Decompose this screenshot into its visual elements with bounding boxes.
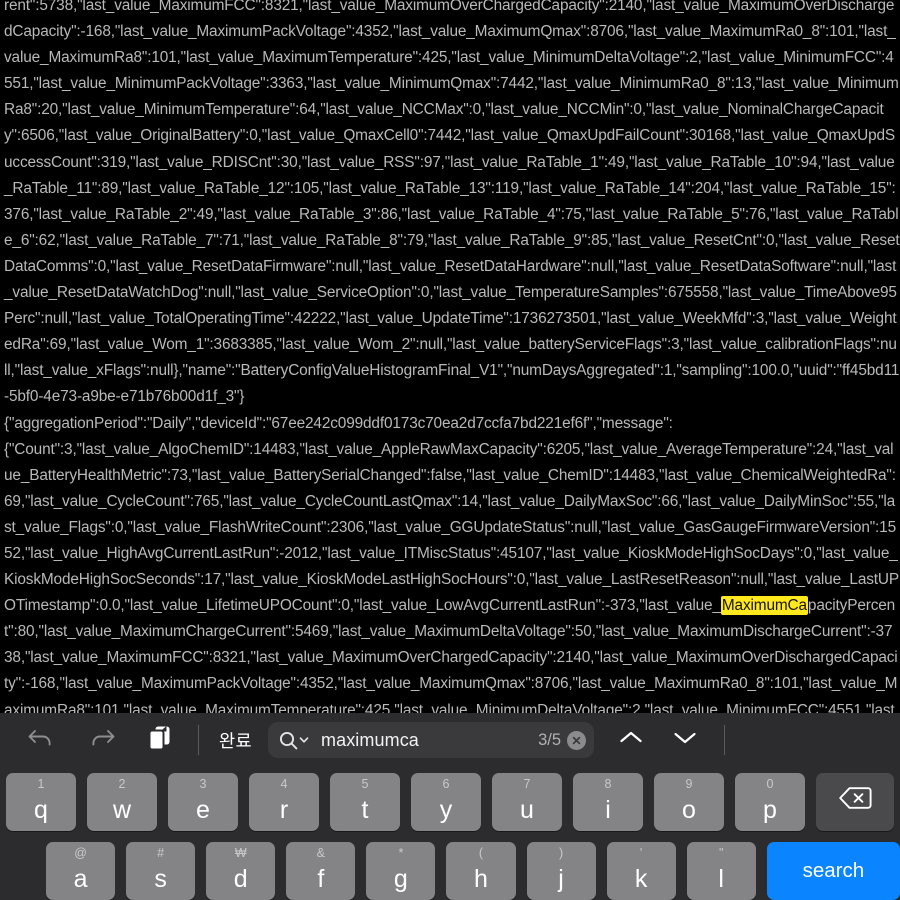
done-button[interactable]: 완료 <box>219 728 252 753</box>
key-main-label: o <box>682 796 696 824</box>
key-alt-label: 5 <box>361 777 369 791</box>
keyboard-row-1: 1 q 2 w 3 e 4 r 5 t 6 y 7 u 8 i 9 o 0 p <box>0 773 900 837</box>
key-alt-label: ' <box>639 846 643 860</box>
key-main-label: g <box>393 865 408 893</box>
chevron-up-icon <box>619 730 643 750</box>
key-alt-label: * <box>398 846 404 860</box>
key-o[interactable]: 9 o <box>654 773 724 831</box>
chevron-down-icon <box>673 730 697 750</box>
key-main-label: y <box>439 796 453 824</box>
redo-button[interactable] <box>76 718 128 762</box>
key-alt-label: @ <box>74 846 87 860</box>
key-main-label: j <box>558 865 564 893</box>
key-w[interactable]: 2 w <box>87 773 157 831</box>
key-main-label: d <box>233 865 248 893</box>
key-main-label: s <box>154 865 167 893</box>
paste-clipboard-icon <box>147 724 173 757</box>
backspace-key[interactable] <box>816 773 894 831</box>
key-main-label: f <box>317 865 325 893</box>
key-main-label: u <box>520 796 534 824</box>
key-alt-label: 0 <box>766 777 774 791</box>
key-main-label: e <box>196 796 210 824</box>
key-main-label: i <box>605 796 611 824</box>
key-h[interactable]: ( h <box>446 842 516 900</box>
key-alt-label: ( <box>478 846 484 860</box>
key-l[interactable]: " l <box>686 842 756 900</box>
key-p[interactable]: 0 p <box>735 773 805 831</box>
key-j[interactable]: ) j <box>526 842 596 900</box>
key-t[interactable]: 5 t <box>330 773 400 831</box>
key-main-label: r <box>279 796 289 824</box>
key-y[interactable]: 6 y <box>411 773 481 831</box>
search-match-highlight: MaximumCa <box>720 596 808 616</box>
key-s[interactable]: # s <box>126 842 196 900</box>
previous-match-button[interactable] <box>606 718 656 762</box>
key-alt-label: & <box>316 846 325 860</box>
redo-arrow-icon <box>89 726 116 755</box>
key-alt-label: 2 <box>118 777 126 791</box>
magnifying-glass-icon <box>279 731 298 750</box>
key-alt-label: 3 <box>199 777 207 791</box>
search-field[interactable]: maximumca 3/5 <box>268 722 594 758</box>
json-text-before-match: rent":5738,"last_value_MaximumFCC":8321,… <box>4 0 900 615</box>
key-alt-label: 8 <box>604 777 612 791</box>
key-main-label: k <box>634 865 648 893</box>
key-alt-label: 4 <box>280 777 288 791</box>
key-i[interactable]: 8 i <box>573 773 643 831</box>
key-alt-label: # <box>157 846 165 860</box>
find-toolbar: 완료 maximumca 3/5 <box>0 713 900 767</box>
toolbar-divider-left <box>198 725 199 755</box>
key-main-label: h <box>474 865 488 893</box>
match-count-label: 3/5 <box>538 730 561 749</box>
key-main-label: p <box>763 796 777 824</box>
key-k[interactable]: ' k <box>606 842 676 900</box>
toolbar-divider-right <box>724 725 725 755</box>
key-f[interactable]: & f <box>286 842 356 900</box>
search-return-key[interactable]: search <box>766 842 900 900</box>
document-content-area[interactable]: rent":5738,"last_value_MaximumFCC":8321,… <box>0 0 900 713</box>
search-scope-chevron-down-icon[interactable] <box>299 735 309 745</box>
key-alt-label: ₩ <box>234 846 247 860</box>
key-main-label: a <box>73 865 88 893</box>
key-u[interactable]: 7 u <box>492 773 562 831</box>
key-main-label: l <box>718 865 724 893</box>
undo-button[interactable] <box>14 718 66 762</box>
key-alt-label: " <box>718 846 724 860</box>
key-alt-label: 9 <box>685 777 693 791</box>
onscreen-keyboard: 1 q 2 w 3 e 4 r 5 t 6 y 7 u 8 i 9 o 0 p … <box>0 767 900 900</box>
key-a[interactable]: @ a <box>46 842 116 900</box>
key-r[interactable]: 4 r <box>249 773 319 831</box>
key-main-label: q <box>34 796 48 824</box>
key-q[interactable]: 1 q <box>6 773 76 831</box>
ios-find-in-page-screen: rent":5738,"last_value_MaximumFCC":8321,… <box>0 0 900 900</box>
key-alt-label: ) <box>558 846 564 860</box>
key-d[interactable]: ₩ d <box>206 842 276 900</box>
key-alt-label: 1 <box>37 777 45 791</box>
key-alt-label: 7 <box>523 777 531 791</box>
key-main-label: w <box>112 796 132 824</box>
next-match-button[interactable] <box>660 718 710 762</box>
backspace-delete-icon <box>838 773 872 823</box>
key-main-label: t <box>361 796 369 824</box>
key-g[interactable]: * g <box>366 842 436 900</box>
clear-search-button[interactable] <box>567 730 586 750</box>
search-input-value[interactable]: maximumca <box>321 730 538 751</box>
key-alt-label: 6 <box>442 777 450 791</box>
json-log-text: rent":5738,"last_value_MaximumFCC":8321,… <box>4 0 900 713</box>
paste-button[interactable] <box>136 718 184 762</box>
search-key-label: search <box>802 858 865 882</box>
undo-arrow-icon <box>27 726 54 755</box>
keyboard-row-2: @ a # s ₩ d & f * g ( h) j ' k " l sear… <box>0 842 900 900</box>
key-e[interactable]: 3 e <box>168 773 238 831</box>
